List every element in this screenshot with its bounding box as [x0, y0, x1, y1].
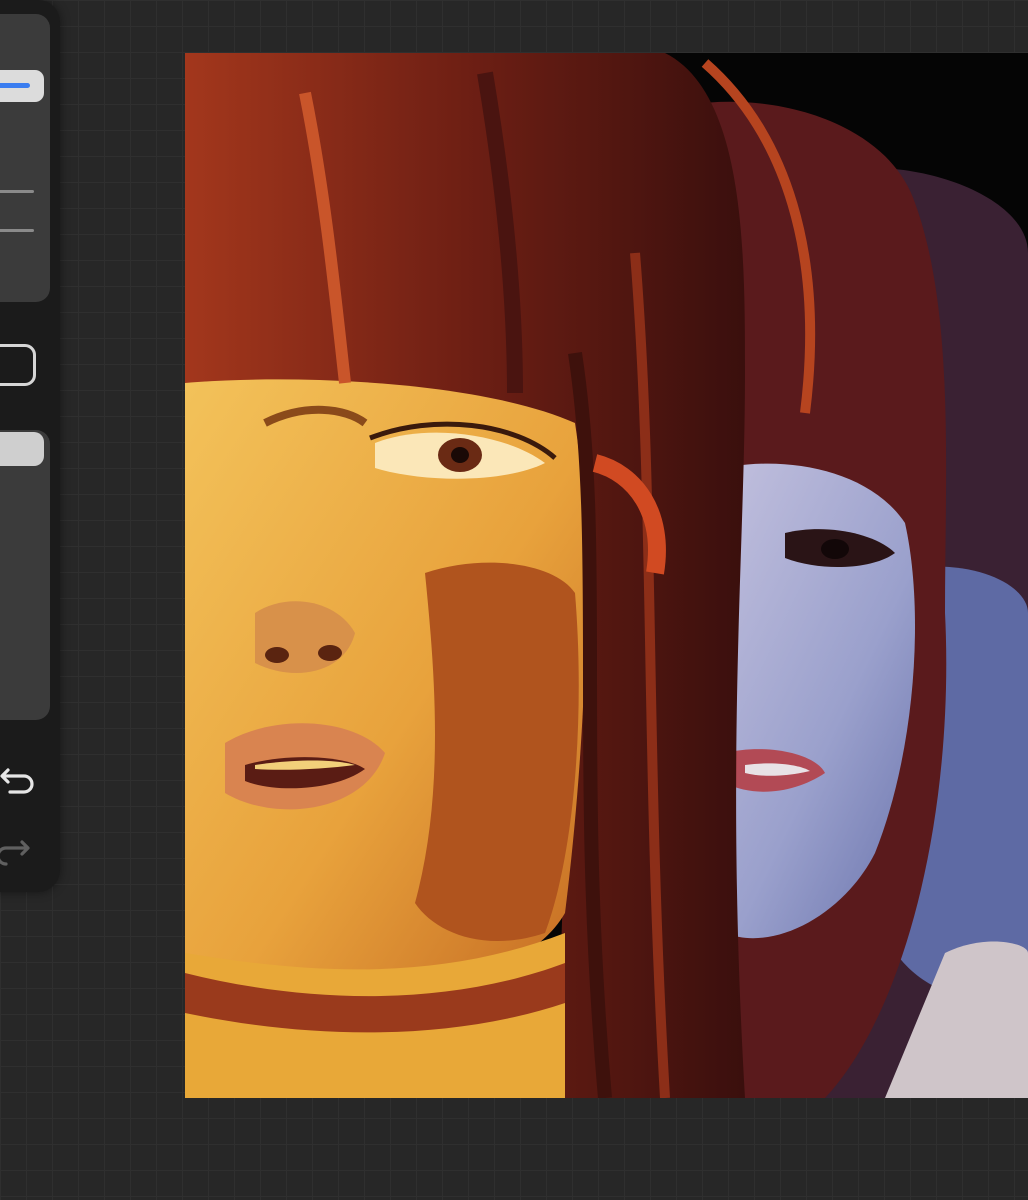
- brush-size-slider[interactable]: [0, 14, 50, 302]
- undo-arrow-icon: [0, 768, 34, 794]
- opacity-slider[interactable]: [0, 430, 50, 720]
- opacity-slider-thumb[interactable]: [0, 432, 44, 466]
- redo-arrow-icon: [0, 840, 30, 866]
- slider-tick: [0, 190, 34, 193]
- artwork-canvas[interactable]: [185, 53, 1028, 1098]
- undo-button[interactable]: [0, 758, 40, 798]
- slider-tick: [0, 229, 34, 232]
- brush-size-slider-thumb[interactable]: [0, 70, 44, 102]
- redo-button[interactable]: [0, 832, 40, 872]
- portrait-painting: [185, 53, 1028, 1098]
- workspace: [0, 0, 1028, 1200]
- modify-button[interactable]: [0, 344, 36, 386]
- brush-size-indicator: [0, 83, 30, 88]
